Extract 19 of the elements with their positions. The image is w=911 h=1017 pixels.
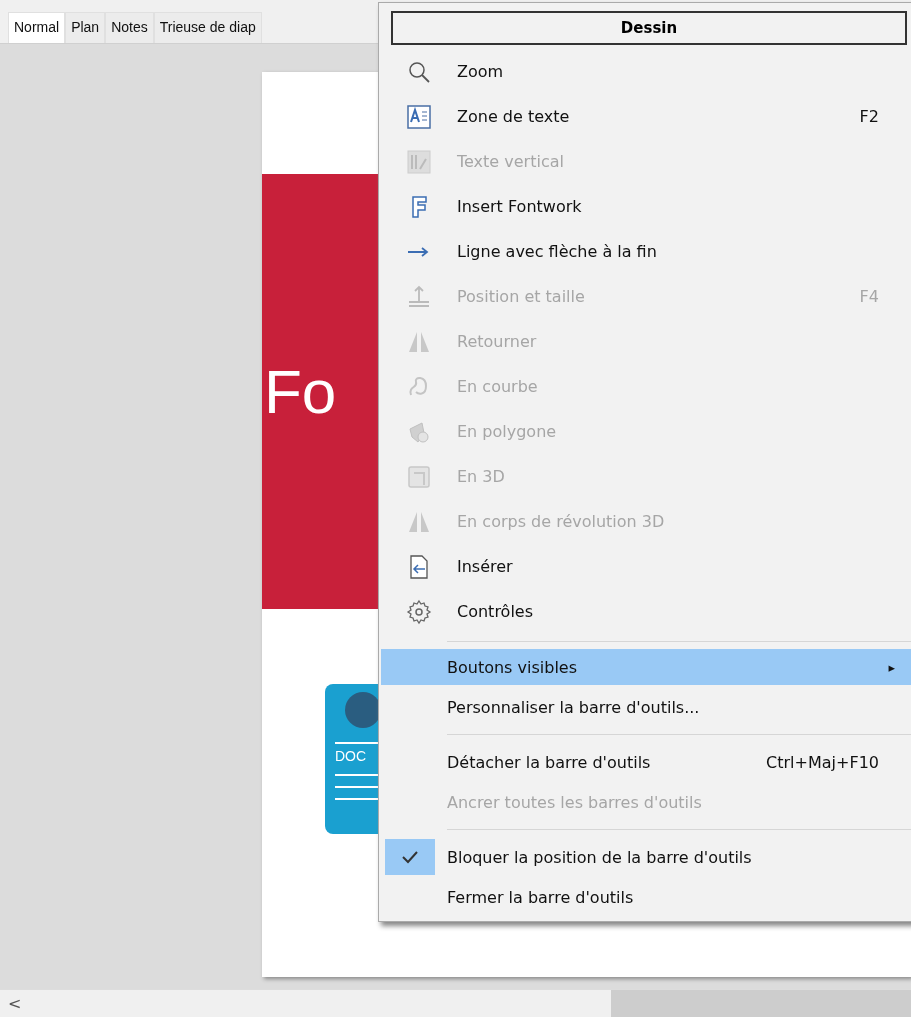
- menu-item[interactable]: Contrôles: [381, 589, 911, 634]
- menu-item[interactable]: Bloquer la position de la barre d'outils: [381, 837, 911, 877]
- view-tab[interactable]: Plan: [65, 12, 106, 43]
- slide-title: Fo: [264, 356, 337, 427]
- menu-item[interactable]: Personnaliser la barre d'outils...: [381, 687, 911, 727]
- menu-title: Dessin: [391, 11, 907, 45]
- menu-item[interactable]: Fermer la barre d'outils: [381, 877, 911, 917]
- menu-item[interactable]: Boutons visibles ▸: [381, 649, 911, 685]
- logo-placeholder: [345, 692, 381, 728]
- view-tab[interactable]: Normal: [8, 12, 66, 43]
- menu-item[interactable]: Insérer: [381, 544, 911, 589]
- menu-item[interactable]: Zoom: [381, 49, 911, 94]
- menu-item[interactable]: Ligne avec flèche à la fin: [381, 229, 911, 274]
- view-tab[interactable]: Notes: [105, 12, 154, 43]
- scrollbar-thumb[interactable]: [611, 990, 911, 1017]
- menu-item[interactable]: Zone de texte F2: [381, 94, 911, 139]
- scroll-left-button[interactable]: <: [8, 994, 22, 1013]
- view-tab[interactable]: Trieuse de diap: [153, 12, 262, 43]
- menu-item[interactable]: Insert Fontwork: [381, 184, 911, 229]
